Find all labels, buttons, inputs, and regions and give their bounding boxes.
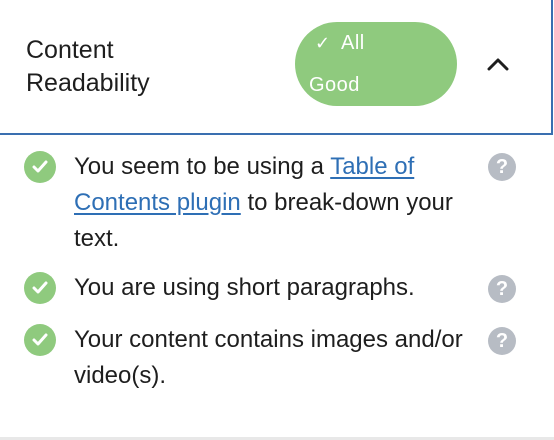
- help-icon[interactable]: ?: [488, 275, 516, 303]
- panel-title-line-2: Readability: [26, 69, 150, 97]
- check-circle-icon: [24, 272, 56, 304]
- status-badge-line-1: All: [341, 32, 365, 54]
- panel-title-line-1: Content: [26, 36, 114, 64]
- check-circle-icon: [24, 324, 56, 356]
- chevron-up-icon: [487, 58, 509, 71]
- check-circle-icon: [24, 151, 56, 183]
- status-badge: ✓ All Good: [295, 22, 457, 106]
- collapse-toggle-button[interactable]: [478, 44, 518, 84]
- check-text: Your content contains images and/or vide…: [74, 326, 463, 389]
- help-icon[interactable]: ?: [488, 327, 516, 355]
- check-text: You seem to be using a Table of Contents…: [74, 149, 474, 257]
- status-badge-line-2: Good: [309, 74, 360, 96]
- help-icon[interactable]: ?: [488, 153, 516, 181]
- panel-title: Content Readability: [26, 34, 226, 100]
- checkmark-icon: ✓: [315, 33, 331, 53]
- check-text: You are using short paragraphs.: [74, 274, 415, 301]
- check-text-before: You seem to be using a: [74, 153, 331, 180]
- content-readability-panel: Content Readability ✓ All Good You seem …: [0, 0, 554, 440]
- panel-header[interactable]: Content Readability ✓ All Good: [0, 0, 553, 135]
